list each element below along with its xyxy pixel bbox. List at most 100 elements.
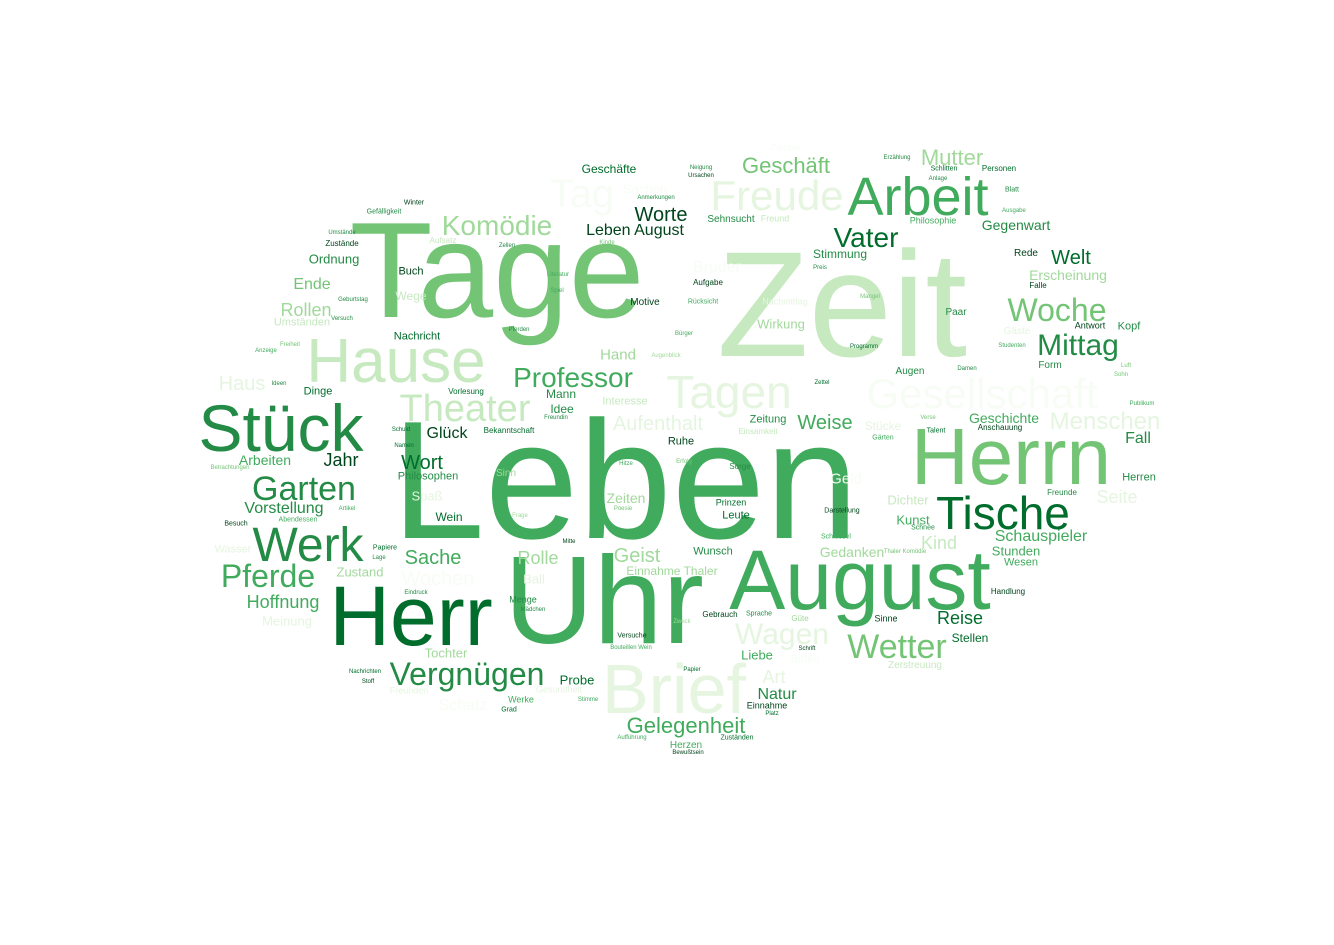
cloud-word: Literatur (546, 272, 570, 278)
cloud-word: Aufsatz (429, 236, 457, 245)
cloud-word: Anschauung (977, 423, 1023, 432)
cloud-word: Sinn (495, 468, 517, 479)
cloud-word: Freude (710, 172, 844, 219)
cloud-word: Besuch (224, 520, 248, 528)
cloud-word: Gärten (872, 434, 894, 442)
cloud-word: Mann (545, 387, 577, 401)
cloud-word: Zimmer (770, 142, 802, 153)
cloud-word: Zweck (673, 619, 691, 625)
cloud-word: Schatz (438, 697, 488, 714)
cloud-word: Philosophen (397, 470, 459, 483)
cloud-word: Bruder (692, 259, 742, 276)
cloud-word: Freunde (1047, 488, 1077, 497)
cloud-word: Wirkung (757, 316, 805, 332)
cloud-word: Freund (760, 213, 790, 224)
cloud-word: Einnahme Thaler (626, 564, 718, 578)
cloud-word: Versuche (617, 632, 647, 640)
cloud-word: Wunsch (693, 545, 733, 558)
cloud-word: Schuld (391, 427, 411, 433)
cloud-word: Dichter (887, 492, 929, 508)
cloud-word: Papier (683, 667, 701, 673)
cloud-word: Platz (765, 711, 779, 717)
cloud-word: Zellen (498, 243, 516, 249)
cloud-word: Mitte (562, 539, 576, 545)
cloud-word: Aufgabe (693, 278, 723, 287)
cloud-word: Mittag (1037, 329, 1119, 362)
cloud-word: Mädchen (520, 607, 546, 613)
cloud-word: Menge (509, 594, 537, 605)
cloud-word: Rede (1014, 248, 1038, 259)
cloud-word: Zuständen (720, 734, 754, 742)
cloud-word: Einnahme (746, 700, 788, 711)
cloud-word: Haus (218, 373, 266, 395)
cloud-word: Spiel (550, 288, 564, 294)
cloud-word: Schlitten (930, 165, 958, 173)
cloud-word: Boten (790, 653, 820, 666)
cloud-word: Hoffnung (246, 592, 320, 612)
cloud-word: Stimmung (812, 247, 868, 261)
cloud-word: Anmerkungen (637, 195, 675, 201)
cloud-word: Prinzen (715, 497, 747, 508)
cloud-word: Kind (920, 533, 958, 553)
cloud-word: Zerstreuung (888, 660, 942, 671)
cloud-word: Anlage (928, 176, 948, 182)
cloud-word: Tochter (424, 645, 468, 661)
cloud-word: Wein (435, 510, 463, 524)
cloud-word: Freunden (389, 685, 429, 696)
cloud-word: Einsamkeit (738, 427, 778, 436)
cloud-word: Antwort (1074, 320, 1106, 331)
cloud-word: Handlung (990, 587, 1026, 596)
cloud-word: Aufenthalt (612, 413, 704, 435)
cloud-word: Wetter (847, 628, 947, 666)
cloud-word: Paar (945, 307, 967, 318)
cloud-word: Nachricht (393, 330, 441, 343)
cloud-word: Umstände (328, 230, 356, 236)
cloud-word: Meinung (262, 613, 312, 629)
cloud-word: Rücksicht (687, 298, 719, 306)
cloud-word: Bouteillen Wein (610, 645, 652, 651)
word-cloud: Leben Zeit Tage Uhr August Herr Herrn Br… (0, 0, 1334, 945)
cloud-word: Anzeige (255, 348, 277, 354)
cloud-word: Ursachen (688, 173, 714, 179)
cloud-word: Wesen (1003, 556, 1039, 569)
cloud-word: Sprache (745, 610, 773, 618)
cloud-word: Zettel (814, 380, 830, 386)
cloud-word: Augen (895, 366, 925, 377)
cloud-word: Jahr (323, 450, 359, 470)
cloud-word: Luft (1120, 363, 1132, 369)
cloud-word: Preis (813, 265, 827, 271)
cloud-word: Hitze (619, 461, 633, 467)
cloud-word: Versuch (331, 316, 353, 322)
cloud-word: Sachen (622, 181, 668, 197)
cloud-word: Stoff (361, 679, 375, 685)
cloud-word: Damen (957, 366, 977, 372)
cloud-word: Idee (550, 402, 574, 416)
cloud-word: Bekanntschaft (483, 426, 535, 435)
cloud-word: Sinne (874, 613, 898, 624)
cloud-word: Tagen (666, 366, 792, 418)
cloud-word: Hand (600, 346, 636, 364)
cloud-word: Abendessen (278, 516, 318, 524)
cloud-word: Güte (791, 614, 809, 623)
cloud-word: Spaß (411, 488, 443, 504)
cloud-word: Form (1038, 360, 1062, 371)
cloud-word: Zeitung (749, 413, 787, 426)
cloud-word: Seite (1096, 487, 1138, 507)
cloud-word: Kinde (599, 240, 615, 246)
cloud-word: Komödie (441, 210, 553, 241)
cloud-word: Freiheit (279, 342, 301, 348)
cloud-word: Kopf (1117, 320, 1141, 333)
cloud-word: Art (762, 667, 786, 687)
cloud-word: Ruhe (667, 435, 695, 448)
cloud-word: Darstellung (824, 507, 860, 515)
cloud-word: Mangel (860, 294, 880, 300)
cloud-word: Vorlesung (448, 387, 484, 396)
cloud-word: Werke (508, 694, 534, 705)
cloud-word: Gefälligkeit (366, 208, 402, 216)
cloud-word: Buch (398, 265, 424, 278)
cloud-word: Welt (1051, 247, 1091, 269)
cloud-word: Zustand (336, 564, 384, 580)
cloud-word: Verse (920, 415, 936, 421)
cloud-word: Geist (613, 545, 661, 567)
cloud-word: Winter (403, 199, 425, 207)
